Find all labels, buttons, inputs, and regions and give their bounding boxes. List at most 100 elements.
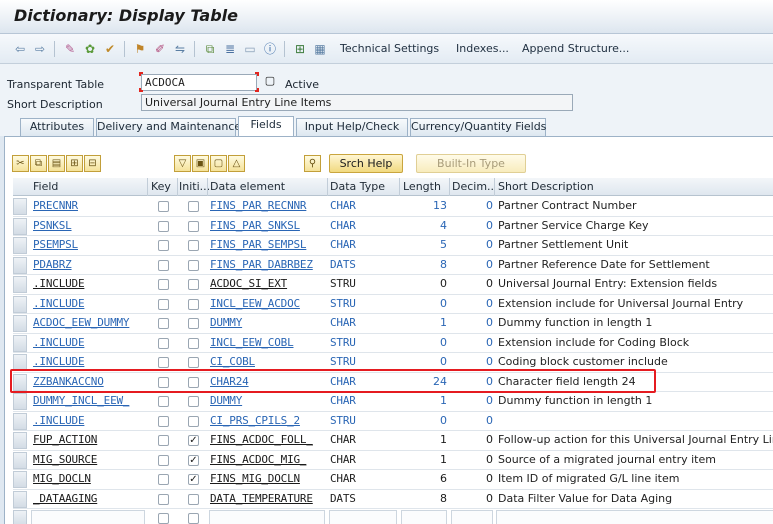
filter-icon[interactable]: ▽ <box>174 155 191 172</box>
sort-up-icon[interactable]: △ <box>228 155 245 172</box>
initial-values-checkbox[interactable] <box>188 337 199 349</box>
table-row[interactable]: .INCLUDE INCL_EEW_ACDOC STRU 0 0 Extension in… <box>13 295 773 314</box>
initial-values-checkbox[interactable] <box>188 415 199 427</box>
activate-icon[interactable]: ⚑ <box>132 41 148 57</box>
field-name[interactable]: .INCLUDE <box>33 414 145 427</box>
data-element-link[interactable]: DATA_TEMPERATURE <box>210 492 325 505</box>
row-selector[interactable] <box>13 276 27 293</box>
data-element-link[interactable]: FINS_ACDOC_MIG_ <box>210 453 325 466</box>
field-name[interactable]: PDABRZ <box>33 258 145 271</box>
field-name[interactable]: ACDOC_EEW_DUMMY <box>33 316 145 329</box>
initial-values-checkbox[interactable] <box>188 513 199 524</box>
table-row[interactable]: FUP_ACTION FINS_ACDOC_FOLL_ CHAR 1 0 Follow-u… <box>13 431 773 451</box>
hierarchy-icon[interactable]: ⧉ <box>202 41 218 57</box>
initial-values-checkbox[interactable] <box>188 318 199 329</box>
indexes-button[interactable]: Indexes... <box>456 42 509 55</box>
data-type-input[interactable] <box>329 510 397 524</box>
data-element-link[interactable]: FINS_MIG_DOCLN <box>210 472 325 485</box>
row-selector[interactable] <box>13 393 27 410</box>
description-input[interactable] <box>496 510 773 524</box>
field-name[interactable]: PRECNNR <box>33 199 145 212</box>
other-object-icon[interactable]: ✿ <box>82 41 98 57</box>
back-arrow-icon[interactable]: ⇦ <box>12 41 28 57</box>
data-element-link[interactable]: FINS_PAR_RECNNR <box>210 199 325 212</box>
key-checkbox[interactable] <box>158 435 169 446</box>
tab-delivery-and-maintenance[interactable]: Delivery and Maintenance <box>96 118 241 136</box>
field-name[interactable]: FUP_ACTION <box>33 433 145 446</box>
graphic-icon[interactable]: ⊞ <box>292 41 308 57</box>
key-checkbox[interactable] <box>158 493 169 505</box>
field-name[interactable]: DUMMY_INCL_EEW_ <box>33 394 145 407</box>
key-checkbox[interactable] <box>158 259 169 271</box>
copy-icon[interactable]: ⧉ <box>30 155 47 172</box>
row-selector[interactable] <box>13 315 27 332</box>
key-checkbox[interactable] <box>158 513 169 524</box>
key-checkbox[interactable] <box>158 357 169 368</box>
table-row[interactable]: DUMMY_INCL_EEW_ DUMMY CHAR 1 0 Dummy function… <box>13 392 773 412</box>
data-element-link[interactable]: DUMMY <box>210 394 325 407</box>
deselect-icon[interactable]: ▢ <box>210 155 227 172</box>
where-used-icon[interactable]: ⇋ <box>172 41 188 57</box>
row-selector[interactable] <box>13 432 27 449</box>
check-icon[interactable]: ✔ <box>102 41 118 57</box>
table-row[interactable]: PDABRZ FINS_PAR_DABRBEZ DATS 8 0 Partner Refe… <box>13 256 773 275</box>
initial-values-checkbox[interactable] <box>188 493 199 505</box>
table-row[interactable]: PRECNNR FINS_PAR_RECNNR CHAR 13 0 Partner Con… <box>13 197 773 217</box>
forward-arrow-icon[interactable]: ⇨ <box>32 41 48 57</box>
paste-icon[interactable]: ▤ <box>48 155 65 172</box>
field-name[interactable]: MIG_DOCLN <box>33 472 145 485</box>
key-checkbox[interactable] <box>158 454 169 466</box>
initial-values-checkbox[interactable]: ✓ <box>188 454 199 466</box>
field-name[interactable]: MIG_SOURCE <box>33 453 145 466</box>
table-row[interactable]: .INCLUDE INCL_EEW_COBL STRU 0 0 Extension inc… <box>13 334 773 353</box>
table-row[interactable]: MIG_DOCLN FINS_MIG_DOCLN CHAR 6 0 Item ID of … <box>13 470 773 490</box>
built-in-type-button[interactable]: Built-In Type <box>416 154 526 173</box>
field-name[interactable]: PSNKSL <box>33 219 145 232</box>
cut-icon[interactable]: ✂ <box>12 155 29 172</box>
key-checkbox[interactable] <box>158 474 169 485</box>
row-selector[interactable] <box>13 510 27 524</box>
row-selector[interactable] <box>13 412 27 430</box>
row-selector[interactable] <box>13 471 27 488</box>
field-input[interactable] <box>31 510 145 524</box>
column-key[interactable]: Key <box>151 180 171 193</box>
table-row[interactable]: ACDOC_EEW_DUMMY DUMMY CHAR 1 0 Dummy function… <box>13 314 773 334</box>
initial-values-checkbox[interactable]: ✓ <box>188 435 199 446</box>
data-element-link[interactable]: INCL_EEW_COBL <box>210 336 325 349</box>
table-row[interactable]: PSNKSL FINS_PAR_SNKSL CHAR 4 0 Partner Servic… <box>13 217 773 236</box>
technical-settings-button[interactable]: Technical Settings <box>340 42 439 55</box>
display-change-icon[interactable]: ✎ <box>62 41 78 57</box>
initial-values-checkbox[interactable] <box>188 259 199 271</box>
key-checkbox[interactable] <box>158 396 169 407</box>
row-selector[interactable] <box>13 217 27 235</box>
data-element-link[interactable]: FINS_PAR_SNKSL <box>210 219 325 232</box>
data-element-link[interactable]: DUMMY <box>210 316 325 329</box>
table-row[interactable] <box>13 509 773 524</box>
table-row[interactable]: .INCLUDE CI_PRS_CPILS_2 STRU 0 0 <box>13 412 773 431</box>
data-element-link[interactable]: CI_PRS_CPILS_2 <box>210 414 325 427</box>
field-name[interactable]: PSEMPSL <box>33 238 145 251</box>
column-decimals[interactable]: Decim... <box>452 180 494 193</box>
field-name[interactable]: .INCLUDE <box>33 297 145 310</box>
key-checkbox[interactable] <box>158 240 169 251</box>
key-checkbox[interactable] <box>158 337 169 349</box>
row-selector[interactable] <box>13 198 27 215</box>
table-name-field[interactable]: ACDOCA <box>141 74 257 91</box>
data-element-link[interactable]: FINS_ACDOC_FOLL_ <box>210 433 325 446</box>
row-selector[interactable] <box>13 237 27 254</box>
window-icon[interactable]: ▭ <box>242 41 258 57</box>
initial-values-checkbox[interactable] <box>188 279 199 290</box>
field-name[interactable]: .INCLUDE <box>33 355 145 368</box>
key-checkbox[interactable] <box>158 201 169 212</box>
data-element-link[interactable]: FINS_PAR_SEMPSL <box>210 238 325 251</box>
info-icon[interactable]: ⓘ <box>262 41 278 57</box>
data-element-link[interactable]: FINS_PAR_DABRBEZ <box>210 258 325 271</box>
column-short-description[interactable]: Short Description <box>498 180 594 193</box>
display-list-icon[interactable]: ≣ <box>222 41 238 57</box>
column-data-element[interactable]: Data element <box>210 180 285 193</box>
column-initial[interactable]: Initi... <box>179 180 209 193</box>
key-checkbox[interactable] <box>158 415 169 427</box>
row-selector[interactable] <box>13 451 27 469</box>
initial-values-checkbox[interactable] <box>188 240 199 251</box>
row-selector[interactable] <box>13 334 27 352</box>
